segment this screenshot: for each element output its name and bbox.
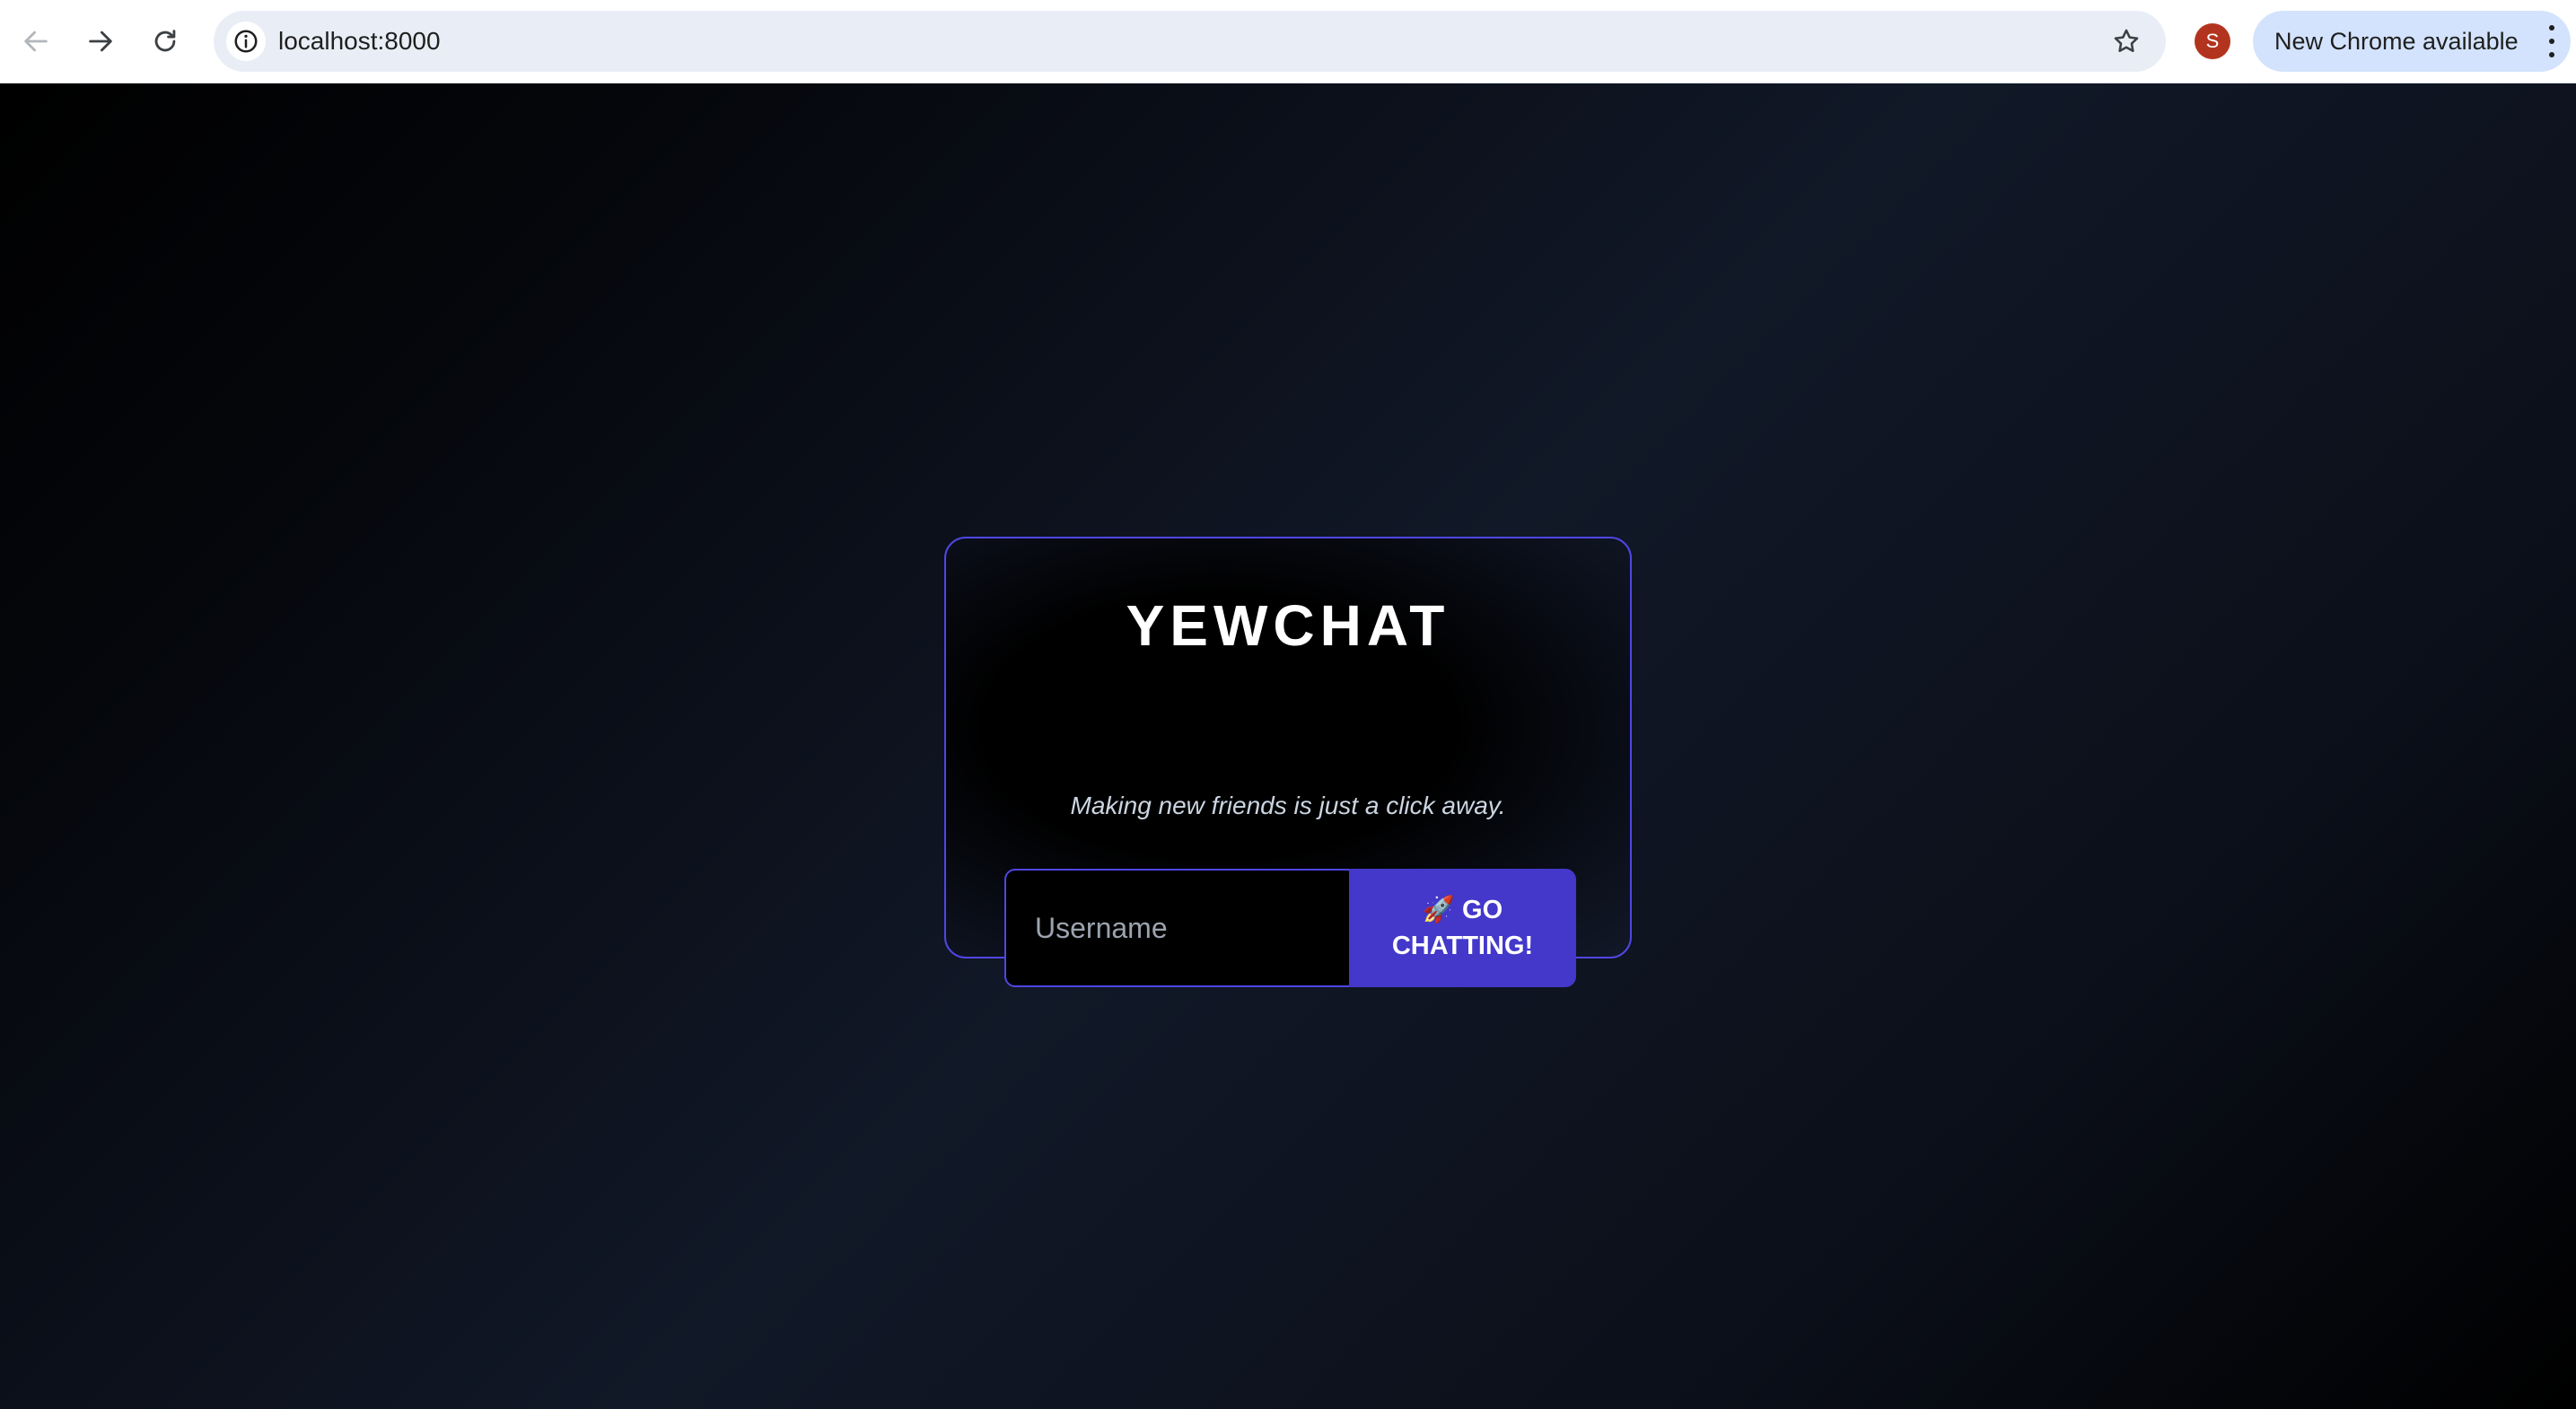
go-chatting-button[interactable]: 🚀 GO CHATTING! — [1349, 869, 1576, 987]
login-card: YEWCHAT Making new friends is just a cli… — [944, 537, 1632, 987]
update-chrome-button[interactable]: New Chrome available — [2253, 11, 2571, 72]
arrow-left-icon — [24, 31, 48, 52]
kebab-menu-icon[interactable] — [2545, 25, 2558, 57]
reload-button[interactable] — [144, 20, 187, 63]
forward-button[interactable] — [79, 20, 122, 63]
address-bar[interactable]: localhost:8000 — [214, 11, 2166, 72]
update-label: New Chrome available — [2274, 28, 2519, 55]
bookmark-button[interactable] — [2107, 22, 2146, 61]
profile-avatar[interactable]: S — [2195, 23, 2230, 59]
page-viewport: YEWCHAT Making new friends is just a cli… — [0, 83, 2576, 1409]
back-button[interactable] — [14, 20, 57, 63]
username-input[interactable] — [1004, 869, 1349, 987]
tagline: Making new friends is just a click away. — [1070, 792, 1506, 819]
app-title: YEWCHAT — [1126, 593, 1450, 658]
browser-toolbar: localhost:8000 S New Chrome available — [0, 0, 2576, 83]
arrow-right-icon — [89, 31, 112, 52]
site-info-button[interactable] — [226, 22, 266, 61]
reload-icon — [154, 30, 176, 52]
login-form: 🚀 GO CHATTING! — [1004, 869, 1576, 987]
star-icon — [2114, 29, 2139, 53]
info-icon — [234, 30, 258, 53]
url-text[interactable]: localhost:8000 — [278, 11, 441, 72]
